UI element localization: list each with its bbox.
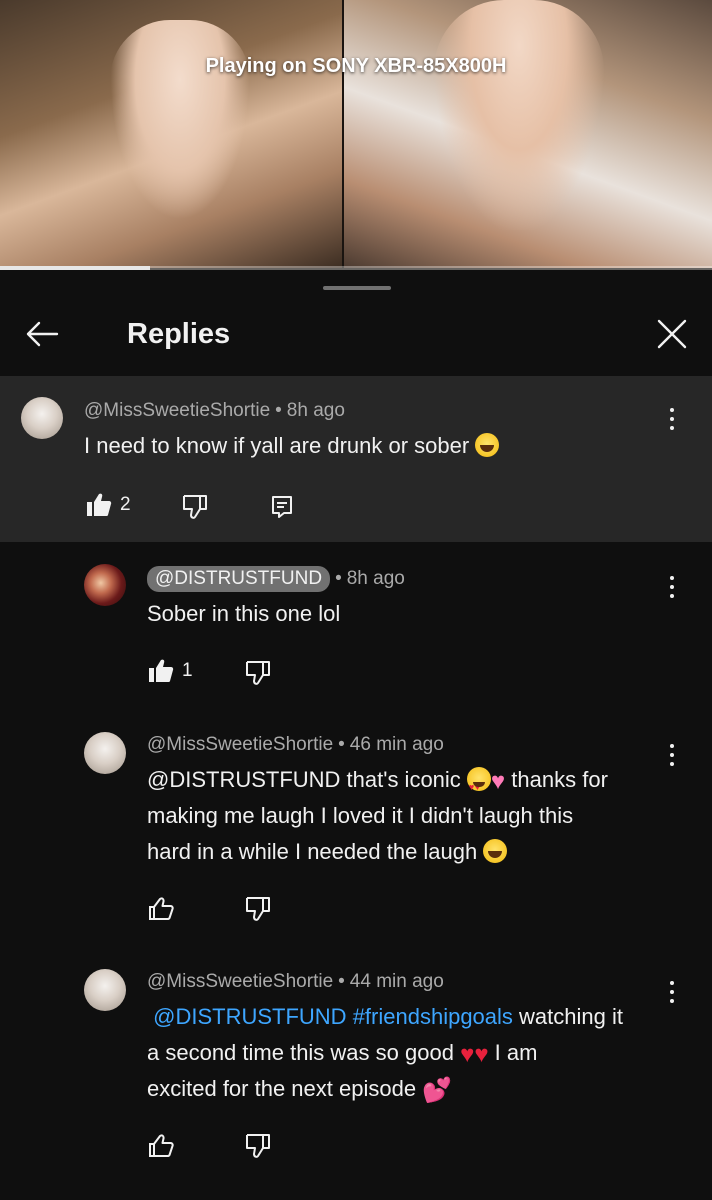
thumbs-down-icon bbox=[246, 661, 270, 685]
video-progress-bar[interactable] bbox=[0, 266, 712, 270]
comment-age: 44 min ago bbox=[349, 971, 444, 992]
comment-icon bbox=[272, 496, 292, 518]
comment-age: 8h ago bbox=[286, 400, 345, 421]
replies-sheet: Replies @MissSweetieShortie • 8h ago I nee… bbox=[0, 270, 712, 1200]
comment-line: making me laugh I loved it I didn't laug… bbox=[147, 803, 574, 828]
comment-text: I need to know if yall are drunk or sobe… bbox=[84, 433, 470, 458]
comment-body: Sober in this one lol bbox=[147, 596, 340, 632]
video-player[interactable]: Playing on SONY XBR-85X800H bbox=[0, 0, 712, 270]
dislike-button[interactable] bbox=[245, 1133, 271, 1159]
comment-line: @DISTRUSTFUND that's iconic ♥ thanks for bbox=[147, 762, 677, 805]
sparkling-heart-icon: ♥ bbox=[490, 768, 506, 795]
video-progress-fill bbox=[0, 266, 150, 270]
page-title: Replies bbox=[127, 318, 231, 350]
back-button[interactable] bbox=[20, 312, 64, 356]
avatar[interactable] bbox=[84, 969, 126, 1011]
comment-line: excited for the next episode 💕 bbox=[147, 1071, 677, 1107]
avatar[interactable] bbox=[84, 564, 126, 606]
comment-body: @DISTRUSTFUND that's iconic ♥ thanks for… bbox=[147, 762, 677, 870]
comment-meta: @MissSweetieShortie • 46 min ago bbox=[147, 734, 444, 756]
thumbs-up-icon bbox=[149, 897, 174, 920]
close-button[interactable] bbox=[650, 312, 694, 356]
two-hearts-icon: 💕 bbox=[422, 1077, 453, 1104]
more-options-button[interactable] bbox=[660, 572, 684, 602]
comment-age: 8h ago bbox=[346, 568, 405, 589]
comment-text: I am bbox=[488, 1040, 538, 1065]
comment-text: hard in a while I needed the laugh bbox=[147, 839, 484, 864]
mention-link[interactable]: @DISTRUSTFUND bbox=[147, 767, 340, 792]
thumbs-up-filled-icon bbox=[149, 659, 174, 682]
like-button[interactable] bbox=[148, 896, 174, 922]
comment-line: hard in a while I needed the laugh bbox=[147, 834, 677, 870]
thumbs-down-icon bbox=[246, 897, 270, 921]
comment-author[interactable]: @MissSweetieShortie bbox=[147, 734, 333, 755]
like-count: 2 bbox=[120, 494, 131, 515]
more-options-button[interactable] bbox=[660, 740, 684, 770]
grinning-squinting-face-icon bbox=[483, 839, 508, 863]
reply-comment: @MissSweetieShortie • 44 min ago @DISTRUST… bbox=[0, 945, 712, 1200]
comment-author[interactable]: @MissSweetieShortie bbox=[147, 971, 333, 992]
more-options-button[interactable] bbox=[660, 977, 684, 1007]
red-heart-icon: ♥ bbox=[474, 1041, 489, 1068]
thumbs-up-filled-icon bbox=[87, 493, 112, 516]
like-button[interactable]: 1 bbox=[148, 658, 193, 684]
dislike-button[interactable] bbox=[245, 660, 271, 686]
comment-line: @DISTRUSTFUND #friendshipgoals watching … bbox=[147, 999, 677, 1035]
thumbs-down-icon bbox=[183, 495, 207, 519]
like-button[interactable]: 2 bbox=[86, 492, 131, 518]
reply-button[interactable] bbox=[270, 494, 294, 520]
red-heart-icon: ♥ bbox=[460, 1041, 475, 1068]
more-options-button[interactable] bbox=[660, 404, 684, 434]
parent-comment: @MissSweetieShortie • 8h ago I need to kno… bbox=[0, 376, 712, 542]
thumbs-up-icon bbox=[149, 1134, 174, 1157]
comment-text: that's iconic bbox=[340, 767, 467, 792]
like-count: 1 bbox=[182, 660, 193, 681]
comment-text: excited for the next episode bbox=[147, 1076, 423, 1101]
comment-author[interactable]: @MissSweetieShortie bbox=[84, 400, 270, 421]
video-frame-left bbox=[0, 0, 342, 268]
comment-meta: @MissSweetieShortie • 44 min ago bbox=[147, 971, 444, 993]
video-frame-right bbox=[344, 0, 712, 268]
replies-header: Replies bbox=[0, 300, 712, 376]
meta-separator: • bbox=[338, 734, 345, 755]
meta-separator: • bbox=[275, 400, 282, 421]
reply-comment: @DISTRUSTFUND • 8h ago Sober in this one l… bbox=[0, 542, 712, 710]
meta-separator: • bbox=[335, 568, 342, 589]
comment-age: 46 min ago bbox=[349, 734, 444, 755]
creator-author-badge[interactable]: @DISTRUSTFUND bbox=[147, 566, 331, 592]
comment-text: thanks for bbox=[505, 767, 608, 792]
avatar[interactable] bbox=[21, 397, 63, 439]
dislike-button[interactable] bbox=[245, 896, 271, 922]
comment-body: I need to know if yall are drunk or sobe… bbox=[84, 428, 500, 464]
comment-text: Sober in this one lol bbox=[147, 601, 341, 626]
arrow-left-icon bbox=[26, 321, 59, 347]
close-icon bbox=[657, 319, 687, 349]
thumbs-down-icon bbox=[246, 1134, 270, 1158]
smiling-face-with-heart-eyes-icon bbox=[466, 767, 491, 805]
dislike-button[interactable] bbox=[182, 494, 208, 520]
comment-meta: @MissSweetieShortie • 8h ago bbox=[84, 400, 345, 422]
sheet-drag-handle[interactable] bbox=[323, 286, 391, 290]
comment-body: @DISTRUSTFUND #friendshipgoals watching … bbox=[147, 999, 677, 1107]
avatar[interactable] bbox=[84, 732, 126, 774]
casting-status: Playing on SONY XBR-85X800H bbox=[205, 55, 507, 77]
reply-comment: @MissSweetieShortie • 46 min ago @DISTRUST… bbox=[0, 710, 712, 945]
comment-text: watching it bbox=[512, 1004, 623, 1029]
comment-meta: @DISTRUSTFUND • 8h ago bbox=[147, 566, 405, 592]
grinning-squinting-face-icon bbox=[475, 433, 500, 457]
hashtag-link[interactable]: #friendshipgoals bbox=[353, 1004, 513, 1029]
meta-separator: • bbox=[338, 971, 345, 992]
mention-link[interactable]: @DISTRUSTFUND bbox=[153, 1004, 346, 1029]
comment-text: a second time this was so good bbox=[147, 1040, 461, 1065]
like-button[interactable] bbox=[148, 1133, 174, 1159]
comment-line: a second time this was so good ♥♥ I am bbox=[147, 1035, 677, 1071]
